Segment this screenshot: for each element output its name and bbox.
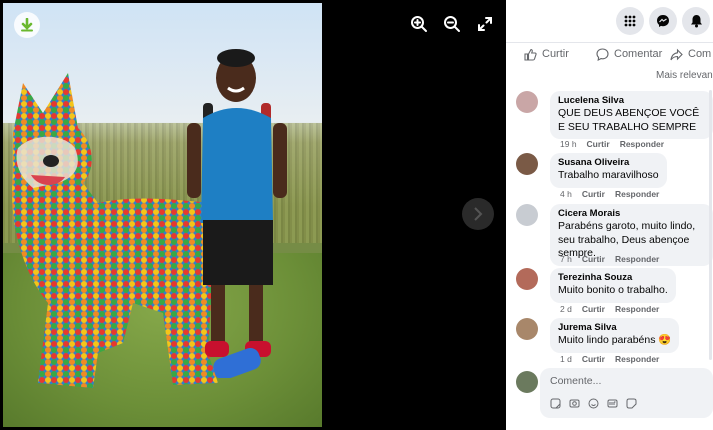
comment-meta: 7 h Curtir Responder <box>560 254 659 264</box>
comment-reply-link[interactable]: Responder <box>615 304 659 314</box>
sticker-smile-icon[interactable] <box>626 398 637 409</box>
gif-icon[interactable] <box>607 398 618 409</box>
comment-time[interactable]: 1 d <box>560 354 572 364</box>
comment-reply-link[interactable]: Responder <box>615 254 659 264</box>
like-button[interactable]: Curtir <box>524 45 569 63</box>
comment-label: Comentar <box>614 48 663 60</box>
comment-text: Muito bonito o trabalho. <box>558 284 668 296</box>
post-photo[interactable] <box>3 3 322 427</box>
comment-text: QUE DEUS ABENÇOE VOCÊ E SEU TRABALHO SEM… <box>558 107 700 133</box>
smiling-boy <box>187 49 287 378</box>
commenter-name[interactable]: Terezinha Souza <box>558 272 668 284</box>
comment-reply-link[interactable]: Responder <box>615 354 659 364</box>
photo-viewer-page: Curtir Comentar Com Mais relevan Lucelen… <box>0 0 713 430</box>
comment-meta: 19 h Curtir Responder <box>560 139 664 149</box>
composer-toolbar <box>550 398 637 409</box>
comment-bubble: Susana Oliveira Trabalho maravilhoso <box>550 153 667 188</box>
chevron-right-icon <box>474 207 483 221</box>
comment-reply-link[interactable]: Responder <box>615 189 659 199</box>
zoom-out-icon <box>444 16 460 32</box>
like-label: Curtir <box>542 48 569 60</box>
comment-time[interactable]: 4 h <box>560 189 572 199</box>
avatar[interactable] <box>516 91 538 113</box>
comment-text: Muito lindo parabéns 😍 <box>558 334 672 346</box>
comment-like-link[interactable]: Curtir <box>582 254 605 264</box>
sticker-icon[interactable] <box>550 398 561 409</box>
gif-camera-icon[interactable] <box>569 398 580 409</box>
comment-meta: 1 d Curtir Responder <box>560 354 659 364</box>
comment-like-link[interactable]: Curtir <box>582 304 605 314</box>
comment-bubble: Jurema Silva Muito lindo parabéns 😍 <box>550 318 680 353</box>
next-photo-button[interactable] <box>462 198 494 230</box>
photo-viewer <box>0 0 506 430</box>
bell-icon <box>690 15 702 28</box>
top-bar <box>506 0 713 42</box>
menu-button[interactable] <box>616 7 644 35</box>
comment-composer: Comente... <box>516 368 713 428</box>
comment-reply-link[interactable]: Responder <box>620 139 664 149</box>
share-button[interactable]: Com <box>670 45 711 63</box>
comment-like-link[interactable]: Curtir <box>582 354 605 364</box>
zoom-in-icon <box>411 16 427 32</box>
comment-time[interactable]: 2 d <box>560 304 572 314</box>
comment-time[interactable]: 19 h <box>560 139 577 149</box>
comment-bubble: Terezinha Souza Muito bonito o trabalho. <box>550 268 676 303</box>
avatar[interactable] <box>516 268 538 290</box>
download-button[interactable] <box>14 12 40 38</box>
comments-scrollbar[interactable] <box>709 90 712 360</box>
expand-icon <box>478 17 492 31</box>
comment-like-link[interactable]: Curtir <box>587 139 610 149</box>
fullscreen-button[interactable] <box>474 13 496 35</box>
current-user-avatar[interactable] <box>516 371 538 393</box>
post-actions-bar: Curtir Comentar Com <box>506 42 713 64</box>
commenter-name[interactable]: Susana Oliveira <box>558 157 659 169</box>
comment-text: Trabalho maravilhoso <box>558 169 659 181</box>
share-label: Com <box>688 48 712 60</box>
grid-menu-icon <box>624 15 636 27</box>
comment-button[interactable]: Comentar <box>596 45 662 63</box>
commenter-name[interactable]: Cicera Morais <box>558 208 705 220</box>
zoom-in-button[interactable] <box>408 13 430 35</box>
comment-meta: 2 d Curtir Responder <box>560 304 659 314</box>
comment-like-link[interactable]: Curtir <box>582 189 605 199</box>
emoji-icon[interactable] <box>588 398 599 409</box>
comment-time[interactable]: 7 h <box>560 254 572 264</box>
comments-panel: Curtir Comentar Com Mais relevan Lucelen… <box>506 0 713 430</box>
speech-bubble-icon <box>596 47 609 61</box>
messenger-button[interactable] <box>649 7 677 35</box>
notifications-button[interactable] <box>682 7 710 35</box>
comment-bubble: Lucelena Silva QUE DEUS ABENÇOE VOCÊ E S… <box>550 91 713 139</box>
share-arrow-icon <box>670 48 683 60</box>
avatar[interactable] <box>516 204 538 226</box>
download-arrow-icon <box>21 18 33 32</box>
messenger-icon <box>657 15 669 27</box>
commenter-name[interactable]: Lucelena Silva <box>558 95 705 107</box>
thumbs-up-icon <box>524 48 537 61</box>
avatar[interactable] <box>516 153 538 175</box>
comment-meta: 4 h Curtir Responder <box>560 189 659 199</box>
comment-input[interactable]: Comente... <box>540 368 713 418</box>
zoom-out-button[interactable] <box>441 13 463 35</box>
commenter-name[interactable]: Jurema Silva <box>558 322 671 334</box>
sort-comments-dropdown[interactable]: Mais relevan <box>656 70 713 81</box>
avatar[interactable] <box>516 318 538 340</box>
comment-placeholder: Comente... <box>550 375 602 387</box>
